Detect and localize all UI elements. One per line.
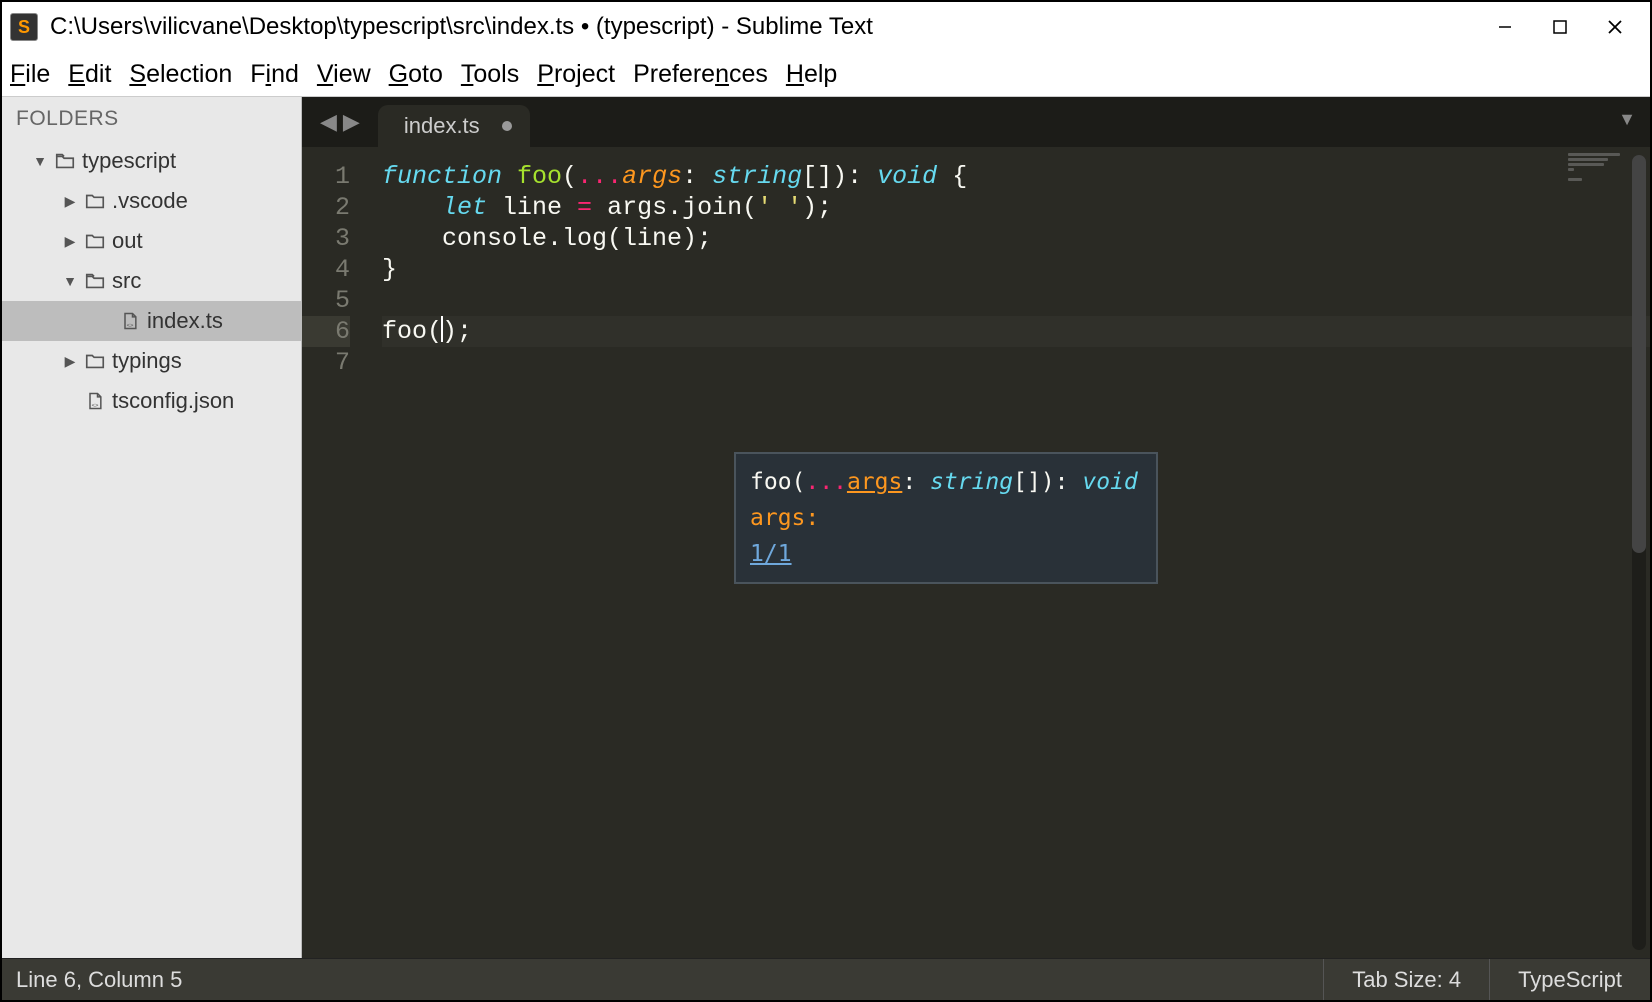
tree-item-typings[interactable]: ▶ typings <box>2 341 301 381</box>
tree-arrow-icon[interactable]: ▼ <box>32 153 48 169</box>
tab-overflow-icon[interactable]: ▼ <box>1618 109 1636 130</box>
tab-dirty-indicator-icon <box>502 121 512 131</box>
tree-item-label: src <box>112 268 141 294</box>
sidebar-header: FOLDERS <box>2 97 301 139</box>
signature-line: foo(...args: string[]): void <box>750 464 1138 500</box>
tab-history-nav: ◀ ▶ <box>320 109 360 135</box>
status-tab-size[interactable]: Tab Size: 4 <box>1323 959 1489 1000</box>
minimap[interactable] <box>1568 153 1628 193</box>
tree-item-index-ts[interactable]: <> index.ts <box>2 301 301 341</box>
menu-selection[interactable]: Selection <box>129 60 232 89</box>
tree-item--vscode[interactable]: ▶ .vscode <box>2 181 301 221</box>
line-number[interactable]: 3 <box>302 223 350 254</box>
tree-item-typescript[interactable]: ▼ typescript <box>2 141 301 181</box>
line-number[interactable]: 5 <box>302 285 350 316</box>
signature-counter[interactable]: 1/1 <box>750 541 792 567</box>
line-number[interactable]: 7 <box>302 347 350 378</box>
editor-area: ◀ ▶ index.ts ▼ 1234567 function foo(...a… <box>302 97 1650 958</box>
tab-row: ◀ ▶ index.ts ▼ <box>302 97 1650 147</box>
line-number[interactable]: 4 <box>302 254 350 285</box>
folder-icon <box>84 190 106 212</box>
svg-text:<>: <> <box>127 323 134 329</box>
editor-scrollbar[interactable] <box>1632 155 1646 950</box>
tree-item-label: index.ts <box>147 308 223 334</box>
tab-label: index.ts <box>404 113 480 139</box>
signature-help-popup: foo(...args: string[]): void args: 1/1 <box>734 452 1158 584</box>
tree-item-out[interactable]: ▶ out <box>2 221 301 261</box>
menu-view[interactable]: View <box>317 60 371 89</box>
menu-goto[interactable]: Goto <box>389 60 443 89</box>
line-number[interactable]: 6 <box>302 316 350 347</box>
code-line[interactable] <box>382 347 1650 378</box>
menu-help[interactable]: Help <box>786 60 837 89</box>
tree-arrow-icon[interactable]: ▶ <box>62 193 78 210</box>
file-icon: <> <box>119 310 141 332</box>
tree-arrow-icon[interactable]: ▶ <box>62 233 78 250</box>
maximize-button[interactable] <box>1532 7 1587 47</box>
tree-item-label: out <box>112 228 143 254</box>
menu-preferences[interactable]: Preferences <box>633 60 768 89</box>
minimize-button[interactable] <box>1477 7 1532 47</box>
menu-project[interactable]: Project <box>537 60 615 89</box>
file-icon: <> <box>84 390 106 412</box>
code-line[interactable]: console.log(line); <box>382 223 1650 254</box>
tree-item-tsconfig-json[interactable]: <> tsconfig.json <box>2 381 301 421</box>
main-area: FOLDERS ▼ typescript ▶ .vscode ▶ out ▼ src <> ind… <box>2 97 1650 958</box>
status-bar: Line 6, Column 5 Tab Size: 4 TypeScript <box>2 958 1650 1000</box>
nav-back-icon[interactable]: ◀ <box>320 109 337 135</box>
signature-current-param: args: <box>750 500 1138 536</box>
folder-icon <box>54 150 76 172</box>
app-icon: S <box>10 13 38 41</box>
code-line[interactable] <box>382 285 1650 316</box>
menu-edit[interactable]: Edit <box>68 60 111 89</box>
tree-item-label: tsconfig.json <box>112 388 234 414</box>
tree-arrow-icon[interactable]: ▶ <box>62 353 78 370</box>
tab-index-ts[interactable]: index.ts <box>378 105 530 147</box>
line-number-gutter: 1234567 <box>302 147 362 958</box>
tree-item-label: typescript <box>82 148 176 174</box>
menu-tools[interactable]: Tools <box>461 60 519 89</box>
scrollbar-thumb[interactable] <box>1632 155 1646 553</box>
status-position[interactable]: Line 6, Column 5 <box>2 967 1323 993</box>
title-bar: S C:\Users\vilicvane\Desktop\typescript\… <box>2 2 1650 52</box>
window-controls <box>1477 7 1642 47</box>
folder-icon <box>84 350 106 372</box>
line-number[interactable]: 1 <box>302 161 350 192</box>
sidebar: FOLDERS ▼ typescript ▶ .vscode ▶ out ▼ src <> ind… <box>2 97 302 958</box>
menu-file[interactable]: File <box>10 60 50 89</box>
tree-item-label: .vscode <box>112 188 188 214</box>
code-line[interactable]: foo(); <box>382 316 1650 347</box>
folder-icon <box>84 270 106 292</box>
close-button[interactable] <box>1587 7 1642 47</box>
window-title: C:\Users\vilicvane\Desktop\typescript\sr… <box>50 13 1477 41</box>
folder-tree: ▼ typescript ▶ .vscode ▶ out ▼ src <> index.ts ▶ ty… <box>2 139 301 423</box>
menu-bar: File Edit Selection Find View Goto Tools… <box>2 52 1650 97</box>
folder-icon <box>84 230 106 252</box>
tree-item-src[interactable]: ▼ src <box>2 261 301 301</box>
svg-text:<>: <> <box>92 403 99 409</box>
code-line[interactable]: let line = args.join(' '); <box>382 192 1650 223</box>
tree-item-label: typings <box>112 348 182 374</box>
code-line[interactable]: function foo(...args: string[]): void { <box>382 161 1650 192</box>
status-language[interactable]: TypeScript <box>1489 959 1650 1000</box>
menu-find[interactable]: Find <box>250 60 299 89</box>
tree-arrow-icon[interactable]: ▼ <box>62 273 78 289</box>
line-number[interactable]: 2 <box>302 192 350 223</box>
nav-forward-icon[interactable]: ▶ <box>343 109 360 135</box>
code-line[interactable]: } <box>382 254 1650 285</box>
